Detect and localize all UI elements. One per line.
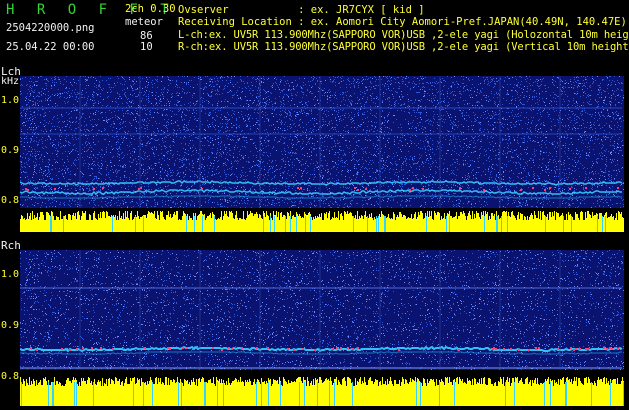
location-line: Receiving Location : ex. Aomori City Aom… xyxy=(178,16,627,28)
datetime: 25.04.22 00:00 xyxy=(6,41,95,53)
lch-unit: kHz xyxy=(1,76,20,87)
rch-waterfall-svg xyxy=(20,250,624,406)
observer-line: Ovserver : ex. JR7CYX [ kid ] xyxy=(178,4,425,16)
lch-info-line: L-ch:ex. UV5R 113.900Mhz(SAPPORO VOR)USB… xyxy=(178,29,629,41)
rch-spectrogram xyxy=(20,250,624,406)
lch-waterfall-svg xyxy=(20,76,624,232)
filename: 2504220000.png xyxy=(6,22,95,34)
rch-tick-1-0: 1.0 xyxy=(1,269,20,280)
rch-tick-0-8: 0.8 xyxy=(1,371,20,382)
rch-label: Rch xyxy=(1,239,21,252)
lch-tick-1-0: 1.0 xyxy=(1,95,20,106)
rch-info-line: R-ch:ex. UV5R 113.900Mhz(SAPPORO VOR)USB… xyxy=(178,41,629,53)
lch-tick-0-9: 0.9 xyxy=(1,145,20,156)
lch-tick-0-8: 0.8 xyxy=(1,195,20,206)
rch-tick-0-9: 0.9 xyxy=(1,320,20,331)
mode-label: 2ch 0.30 xyxy=(125,3,176,15)
l-meteor-count: 86 xyxy=(140,30,153,42)
lch-spectrogram xyxy=(20,76,624,232)
meteor-label: meteor xyxy=(125,16,163,28)
r-meteor-count: 10 xyxy=(140,41,153,53)
